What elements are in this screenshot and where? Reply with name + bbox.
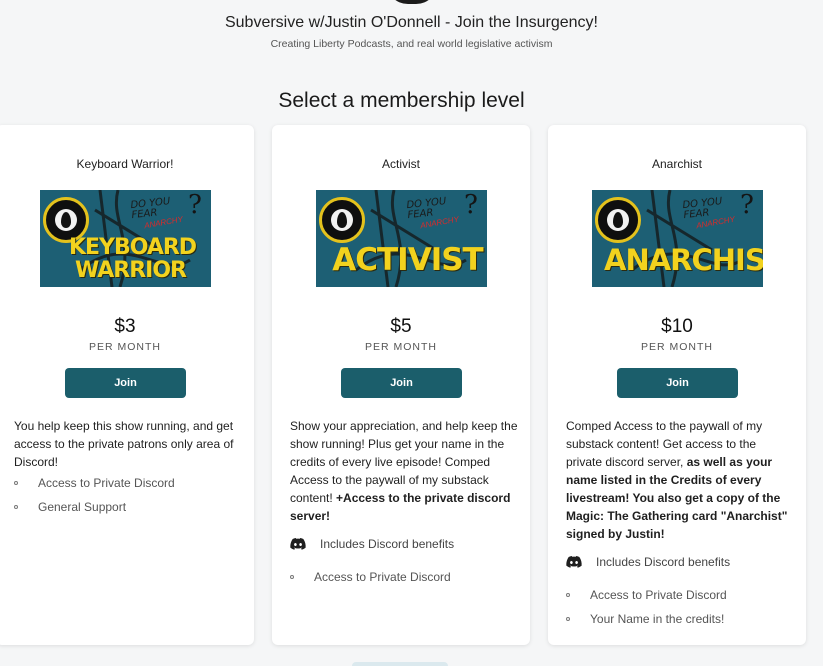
benefit-label: Your Name in the credits! — [590, 612, 725, 626]
tier-card-anarchist: Anarchist DO YOU FEAR ANARCHY ? ANARCHIS… — [548, 125, 806, 645]
benefit-list: Access to Private Discord Your Name in t… — [566, 587, 727, 635]
tier-name: Keyboard Warrior! — [76, 157, 174, 171]
benefit-item: Your Name in the credits! — [566, 611, 727, 635]
bottom-element-peek — [352, 662, 448, 666]
subversive-logo-icon — [319, 197, 365, 243]
tier-period: PER MONTH — [641, 341, 713, 353]
benefit-label: General Support — [38, 500, 127, 514]
benefit-item: Access to Private Discord — [290, 569, 451, 593]
benefit-list: Access to Private Discord — [290, 569, 451, 593]
tier-name: Activist — [381, 157, 420, 171]
subversive-logo-icon — [595, 197, 641, 243]
question-mark: ? — [740, 190, 754, 220]
tier-description: Comped Access to the paywall of my subst… — [566, 417, 794, 543]
tier-period: PER MONTH — [365, 341, 437, 353]
bullet-icon — [290, 575, 294, 579]
tier-price: $5 — [390, 316, 412, 337]
bullet-icon — [566, 617, 570, 621]
section-title: Select a membership level — [278, 89, 525, 112]
discord-icon — [290, 538, 306, 550]
bullet-icon — [14, 505, 18, 509]
tier-description: You help keep this show running, and get… — [14, 419, 234, 469]
benefit-label: Access to Private Discord — [590, 588, 727, 602]
discord-benefits-row: Includes Discord benefits — [290, 537, 454, 551]
benefit-item: Access to Private Discord — [14, 475, 175, 499]
bullet-icon — [14, 481, 18, 485]
creator-avatar — [386, 0, 438, 4]
benefit-label: Access to Private Discord — [38, 476, 175, 490]
question-mark: ? — [464, 190, 478, 220]
join-button[interactable]: Join — [65, 368, 186, 398]
bullet-icon — [566, 593, 570, 597]
discord-benefits-row: Includes Discord benefits — [566, 555, 730, 569]
tier-image: DO YOU FEAR ANARCHY ? KEYBOARD WARRIOR — [40, 190, 211, 287]
join-button[interactable]: Join — [617, 368, 738, 398]
benefit-list: Access to Private Discord General Suppor… — [14, 475, 175, 523]
discord-label: Includes Discord benefits — [596, 555, 731, 569]
discord-label: Includes Discord benefits — [320, 537, 455, 551]
creator-name: Subversive w/Justin O'Donnell - Join the… — [224, 14, 598, 31]
discord-icon — [566, 556, 582, 568]
tier-image: DO YOU FEAR ANARCHY ? ACTIVIST — [316, 190, 487, 287]
join-button[interactable]: Join — [341, 368, 462, 398]
benefit-item: General Support — [14, 499, 175, 523]
tier-image-word-1: KEYBOARD — [68, 235, 197, 260]
tier-image-word: ANARCHIST — [604, 243, 763, 277]
tier-card-activist: Activist DO YOU FEAR ANARCHY ? ACTIVIST … — [272, 125, 530, 645]
tier-image-word-2: WARRIOR — [74, 258, 187, 283]
tier-description: Show your appreciation, and help keep th… — [290, 417, 518, 525]
benefit-item: Access to Private Discord — [566, 587, 727, 611]
tier-name: Anarchist — [651, 157, 703, 171]
creator-tagline: Creating Liberty Podcasts, and real worl… — [270, 38, 553, 50]
tier-price: $10 — [661, 316, 693, 337]
tier-card-keyboard-warrior: Keyboard Warrior! DO YOU FEAR ANARCHY ? … — [0, 125, 254, 645]
tier-image: DO YOU FEAR ANARCHY ? ANARCHIST — [592, 190, 763, 287]
question-mark: ? — [188, 190, 202, 220]
benefit-label: Access to Private Discord — [314, 570, 451, 584]
tier-image-word: ACTIVIST — [332, 242, 483, 278]
tier-period: PER MONTH — [89, 341, 161, 353]
tier-price: $3 — [114, 316, 136, 337]
